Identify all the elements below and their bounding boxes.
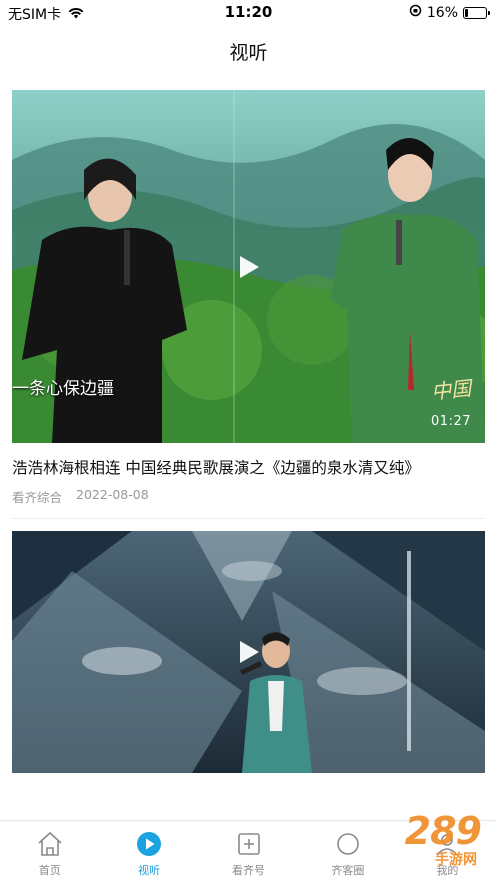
video-feed[interactable]: 一条心保边疆 中国 01:27 浩浩林海根相连 中国经典民歌展演之《边疆的泉水清… (12, 90, 485, 785)
video-overlay-caption: 一条心保边疆 (12, 379, 114, 399)
watermark-sub: 手游网 (435, 852, 477, 868)
tab-media[interactable]: 视听 (99, 821, 198, 883)
status-right: 16% (409, 4, 490, 21)
page-title: 视听 (229, 42, 268, 64)
video-overlay-logo: 中国 (430, 375, 473, 405)
rotation-lock-icon (409, 4, 422, 21)
watermark-logo: 289 (404, 809, 482, 853)
tab-kanqi[interactable]: 看齐号 (199, 821, 298, 883)
circle-icon (333, 829, 363, 859)
tab-circle[interactable]: 齐客圈 (298, 821, 397, 883)
battery-icon (463, 6, 490, 19)
home-icon (35, 829, 65, 859)
status-bar: 无SIM卡 11:20 16% (0, 0, 497, 26)
video-meta: 看齐综合 2022-08-08 (12, 487, 485, 519)
video-card[interactable]: 一条心保边疆 中国 01:27 浩浩林海根相连 中国经典民歌展演之《边疆的泉水清… (12, 90, 485, 519)
battery-percent: 16% (426, 4, 458, 21)
play-icon[interactable] (239, 641, 259, 663)
video-source: 看齐综合 (12, 490, 63, 505)
video-date: 2022-08-08 (76, 487, 149, 502)
play-icon[interactable] (239, 255, 259, 278)
tab-label: 看齐号 (232, 864, 266, 877)
play-circle-icon (134, 829, 164, 859)
video-thumbnail[interactable] (12, 531, 485, 773)
tab-label: 视听 (138, 864, 161, 877)
video-duration: 01:27 (431, 414, 471, 429)
tab-label: 首页 (38, 864, 61, 877)
tab-home[interactable]: 首页 (0, 821, 99, 883)
battery-level (465, 8, 469, 17)
video-thumbnail[interactable]: 一条心保边疆 中国 01:27 (12, 90, 485, 443)
video-card[interactable] (12, 531, 485, 773)
video-title[interactable]: 浩浩林海根相连 中国经典民歌展演之《边疆的泉水清又纯》 (12, 457, 485, 479)
add-box-icon (234, 829, 264, 859)
tab-label: 齐客圈 (331, 864, 365, 877)
